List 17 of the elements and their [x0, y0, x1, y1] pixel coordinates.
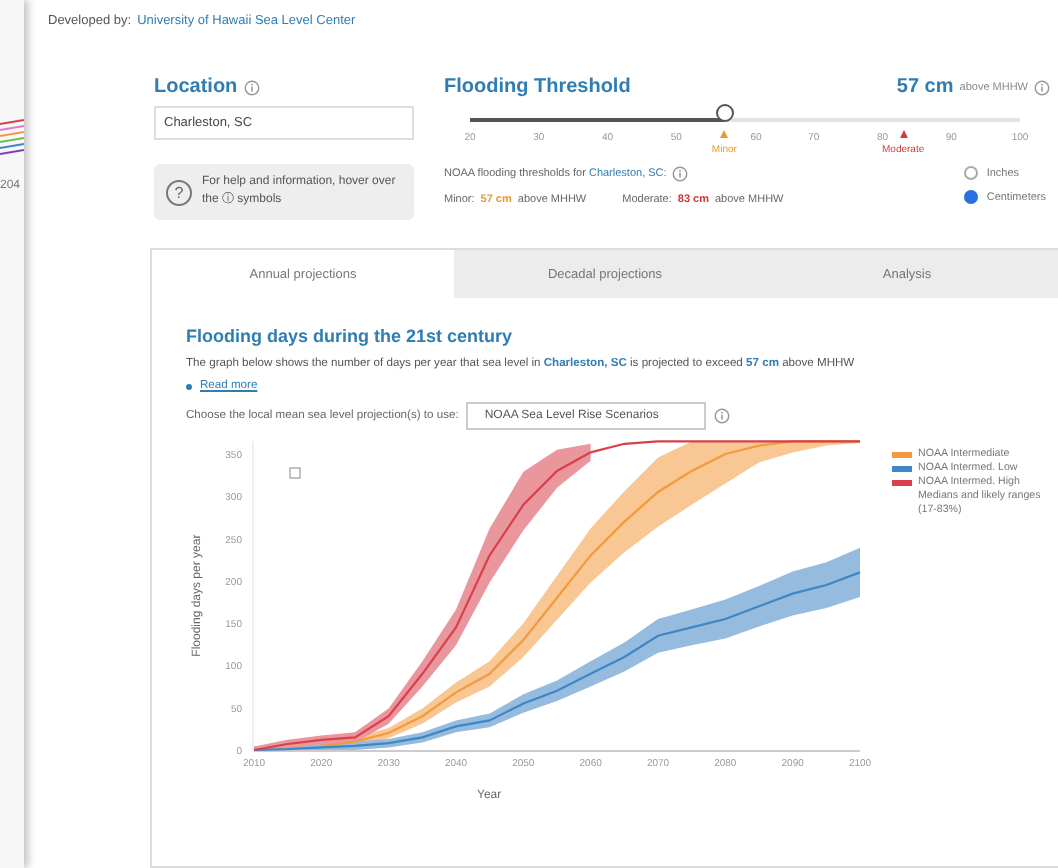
threshold-value: 57 cm	[896, 76, 954, 98]
legend-swatch	[892, 480, 912, 486]
section-title: Location	[154, 76, 238, 98]
legend-swatch	[892, 466, 912, 472]
legend-swatch	[892, 452, 912, 458]
slider-thumb[interactable]	[716, 104, 735, 122]
square-icon[interactable]	[289, 467, 301, 479]
help-icon: ?	[166, 179, 192, 205]
info-icon[interactable]	[243, 79, 260, 95]
radio-icon[interactable]	[964, 166, 979, 180]
section-title: Flooding Threshold	[444, 76, 631, 98]
info-icon[interactable]	[1034, 79, 1050, 95]
info-icon[interactable]	[714, 408, 731, 424]
radio-icon[interactable]	[964, 190, 979, 204]
chart-fragment-drawing	[0, 116, 24, 160]
chart-title: Flooding days during the 21st century	[186, 326, 515, 346]
bullet-icon	[186, 383, 192, 389]
